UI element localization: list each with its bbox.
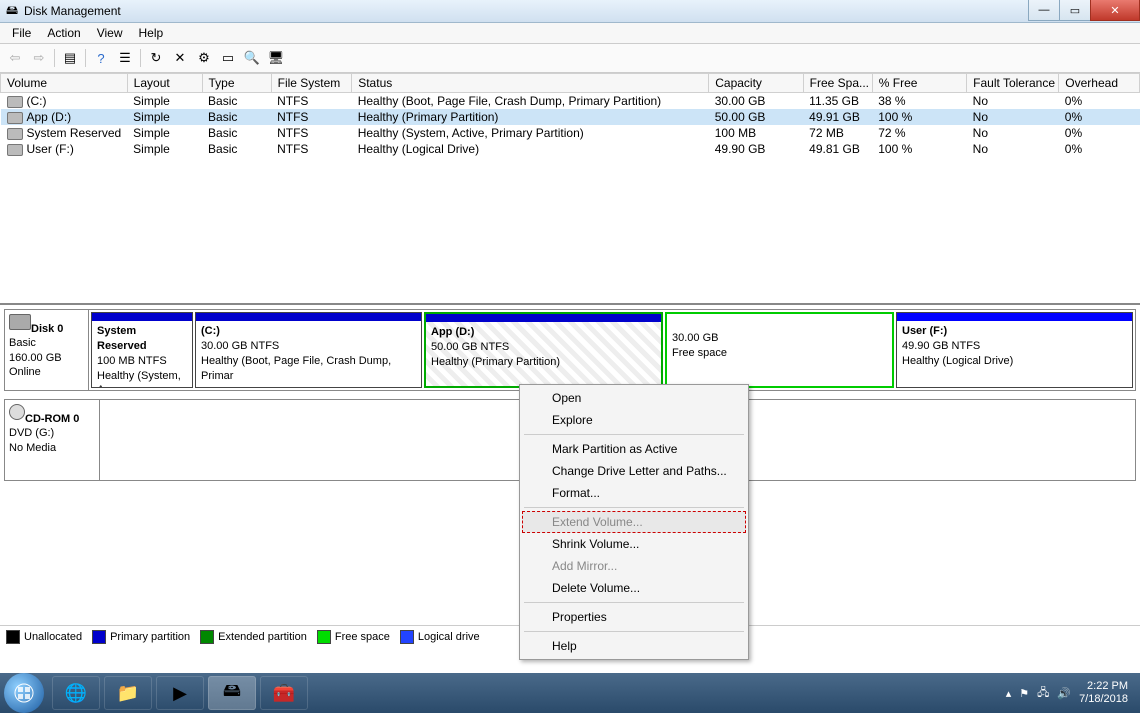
partition[interactable]: App (D:)50.00 GB NTFSHealthy (Primary Pa… bbox=[424, 312, 663, 388]
legend-swatch bbox=[92, 630, 106, 644]
partition[interactable]: User (F:)49.90 GB NTFSHealthy (Logical D… bbox=[896, 312, 1133, 388]
system-tray[interactable]: ▴ ⚑ 🖧 🔊 2:22 PM 7/18/2018 bbox=[1006, 680, 1136, 706]
table-row[interactable]: User (F:)SimpleBasicNTFSHealthy (Logical… bbox=[1, 141, 1140, 157]
legend-swatch bbox=[200, 630, 214, 644]
window-controls: — ▭ ✕ bbox=[1029, 0, 1140, 20]
delete-button[interactable]: ✕ bbox=[169, 47, 191, 69]
volume-list[interactable]: VolumeLayoutTypeFile SystemStatusCapacit… bbox=[0, 73, 1140, 305]
view-button[interactable]: ☰ bbox=[114, 47, 136, 69]
menu-help[interactable]: Help bbox=[131, 24, 172, 42]
settings-button[interactable]: 🖥 bbox=[265, 47, 287, 69]
tray-volume-icon[interactable]: 🔊 bbox=[1057, 687, 1071, 700]
partition-bar bbox=[92, 313, 192, 321]
taskbar-toolbox[interactable]: 🧰 bbox=[260, 676, 308, 710]
action-button[interactable]: ⚙ bbox=[193, 47, 215, 69]
start-button[interactable] bbox=[4, 673, 44, 713]
partition-bar bbox=[897, 313, 1132, 321]
menu-view[interactable]: View bbox=[89, 24, 131, 42]
menu-item[interactable]: Properties bbox=[522, 606, 746, 628]
menu-item[interactable]: Open bbox=[522, 387, 746, 409]
properties-button[interactable]: ▭ bbox=[217, 47, 239, 69]
legend-item: Logical drive bbox=[400, 630, 480, 644]
legend-item: Unallocated bbox=[6, 630, 82, 644]
taskbar-ie[interactable]: 🌐 bbox=[52, 676, 100, 710]
disk-icon bbox=[9, 314, 31, 330]
legend-item: Primary partition bbox=[92, 630, 190, 644]
legend-swatch bbox=[317, 630, 331, 644]
col-pctfree[interactable]: % Free bbox=[872, 74, 966, 93]
disk-meta[interactable]: Disk 0Basic160.00 GBOnline bbox=[5, 310, 89, 390]
table-row[interactable]: (C:)SimpleBasicNTFSHealthy (Boot, Page F… bbox=[1, 93, 1140, 110]
legend-item: Free space bbox=[317, 630, 390, 644]
menu-item[interactable]: Delete Volume... bbox=[522, 577, 746, 599]
menubar: File Action View Help bbox=[0, 23, 1140, 44]
col-capacity[interactable]: Capacity bbox=[709, 74, 803, 93]
col-type[interactable]: Type bbox=[202, 74, 271, 93]
col-status[interactable]: Status bbox=[352, 74, 709, 93]
back-button[interactable]: ⇦ bbox=[4, 47, 26, 69]
taskbar-explorer[interactable]: 📁 bbox=[104, 676, 152, 710]
col-free[interactable]: Free Spa... bbox=[803, 74, 872, 93]
col-layout[interactable]: Layout bbox=[127, 74, 202, 93]
menu-item[interactable]: Explore bbox=[522, 409, 746, 431]
maximize-button[interactable]: ▭ bbox=[1059, 0, 1091, 21]
volume-table: VolumeLayoutTypeFile SystemStatusCapacit… bbox=[0, 73, 1140, 157]
menu-item[interactable]: Change Drive Letter and Paths... bbox=[522, 460, 746, 482]
app-icon: 🖴 bbox=[4, 3, 20, 19]
help-button[interactable]: ? bbox=[90, 47, 112, 69]
volume-icon bbox=[7, 128, 23, 140]
col-volume[interactable]: Volume bbox=[1, 74, 128, 93]
legend-swatch bbox=[6, 630, 20, 644]
table-header[interactable]: VolumeLayoutTypeFile SystemStatusCapacit… bbox=[1, 74, 1140, 93]
show-hide-button[interactable]: ▤ bbox=[59, 47, 81, 69]
partition-bar bbox=[196, 313, 421, 321]
legend-swatch bbox=[400, 630, 414, 644]
titlebar: 🖴 Disk Management — ▭ ✕ bbox=[0, 0, 1140, 23]
taskbar-diskmgmt[interactable]: 🖴 bbox=[208, 676, 256, 710]
menu-item[interactable]: Shrink Volume... bbox=[522, 533, 746, 555]
context-menu: OpenExplore Mark Partition as ActiveChang… bbox=[519, 384, 749, 660]
partition[interactable]: System Reserved100 MB NTFSHealthy (Syste… bbox=[91, 312, 193, 388]
partition[interactable]: 30.00 GBFree space bbox=[665, 312, 894, 388]
minimize-button[interactable]: — bbox=[1028, 0, 1060, 21]
tray-show-hidden-icon[interactable]: ▴ bbox=[1006, 687, 1012, 700]
tray-flag-icon[interactable]: ⚑ bbox=[1019, 687, 1029, 700]
menu-item: Extend Volume... bbox=[522, 511, 746, 533]
partitions: System Reserved100 MB NTFSHealthy (Syste… bbox=[89, 310, 1135, 390]
taskbar: 🌐📁▶🖴🧰 ▴ ⚑ 🖧 🔊 2:22 PM 7/18/2018 bbox=[0, 673, 1140, 713]
volume-icon bbox=[7, 96, 23, 108]
menu-item[interactable]: Mark Partition as Active bbox=[522, 438, 746, 460]
menu-file[interactable]: File bbox=[4, 24, 39, 42]
tray-clock[interactable]: 2:22 PM 7/18/2018 bbox=[1079, 680, 1128, 706]
menu-item: Add Mirror... bbox=[522, 555, 746, 577]
menu-item[interactable]: Format... bbox=[522, 482, 746, 504]
tray-network-icon[interactable]: 🖧 bbox=[1037, 684, 1049, 703]
menu-action[interactable]: Action bbox=[39, 24, 88, 42]
disk-icon bbox=[9, 404, 25, 420]
partition[interactable]: (C:)30.00 GB NTFSHealthy (Boot, Page Fil… bbox=[195, 312, 422, 388]
close-button[interactable]: ✕ bbox=[1090, 0, 1140, 21]
partition-bar bbox=[426, 314, 661, 322]
disk-meta[interactable]: CD-ROM 0DVD (G:)No Media bbox=[5, 400, 100, 480]
col-fault[interactable]: Fault Tolerance bbox=[967, 74, 1059, 93]
col-fs[interactable]: File System bbox=[271, 74, 352, 93]
volume-icon bbox=[7, 112, 23, 124]
partition-bar bbox=[667, 314, 892, 322]
col-overhead[interactable]: Overhead bbox=[1059, 74, 1140, 93]
table-row[interactable]: System ReservedSimpleBasicNTFSHealthy (S… bbox=[1, 125, 1140, 141]
disk-row: Disk 0Basic160.00 GBOnlineSystem Reserve… bbox=[4, 309, 1136, 391]
forward-button[interactable]: ⇨ bbox=[28, 47, 50, 69]
table-row[interactable]: App (D:)SimpleBasicNTFSHealthy (Primary … bbox=[1, 109, 1140, 125]
window-title: Disk Management bbox=[24, 4, 121, 18]
menu-item[interactable]: Help bbox=[522, 635, 746, 657]
legend-item: Extended partition bbox=[200, 630, 307, 644]
toolbar: ⇦ ⇨ ▤ ? ☰ ↻ ✕ ⚙ ▭ 🔍 🖥 bbox=[0, 44, 1140, 73]
volume-icon bbox=[7, 144, 23, 156]
rescan-button[interactable]: 🔍 bbox=[241, 47, 263, 69]
refresh-button[interactable]: ↻ bbox=[145, 47, 167, 69]
taskbar-media[interactable]: ▶ bbox=[156, 676, 204, 710]
